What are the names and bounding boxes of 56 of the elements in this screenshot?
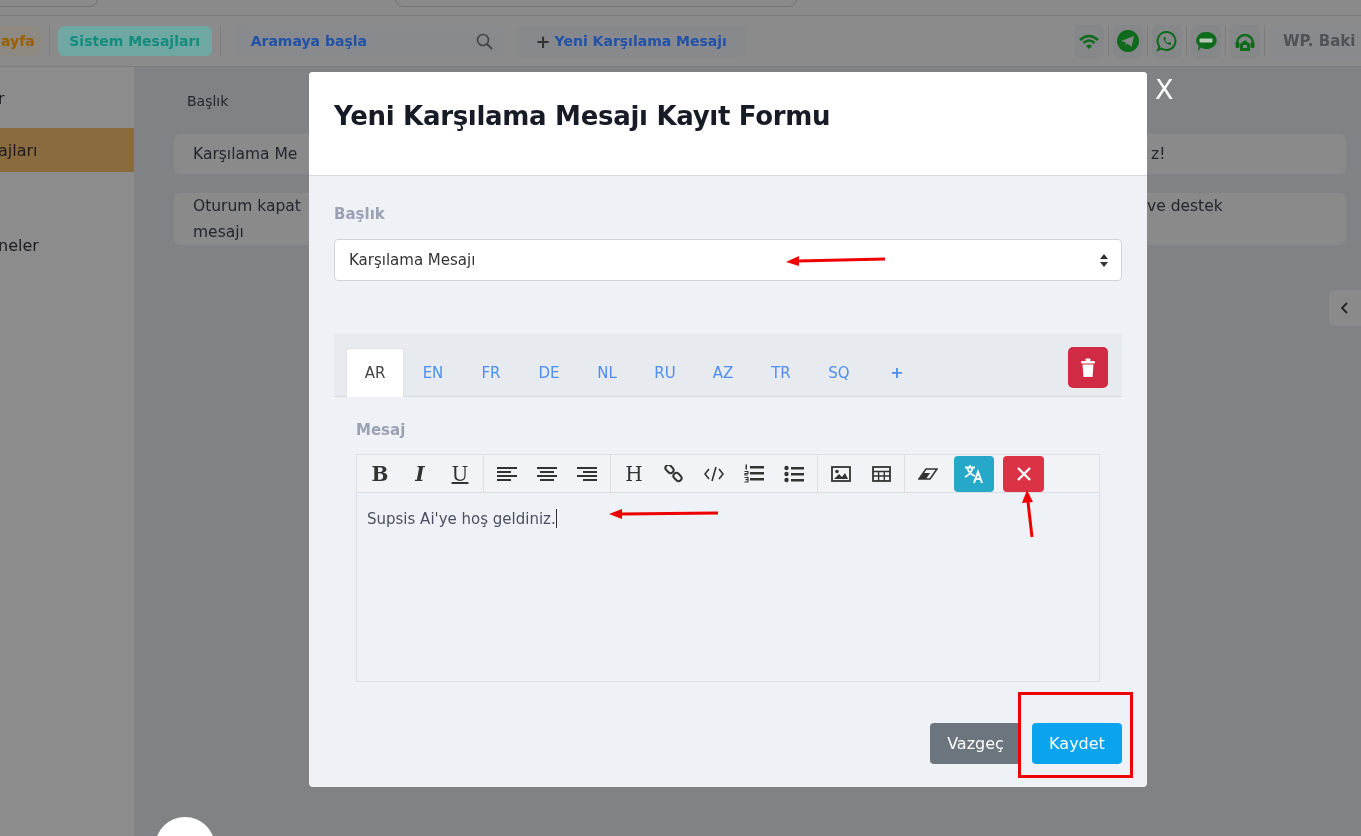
collapse-button[interactable] xyxy=(1329,290,1361,326)
translate-button[interactable] xyxy=(954,455,994,492)
numbered-list-icon xyxy=(744,464,764,483)
delete-button[interactable] xyxy=(1068,347,1108,388)
heading-button[interactable]: H xyxy=(614,455,654,492)
field-label: Başlık xyxy=(334,205,386,225)
language-tab[interactable]: FR xyxy=(462,348,520,397)
language-tab[interactable]: NL xyxy=(578,348,636,397)
modal-title: Yeni Karşılama Mesajı Kayıt Formu xyxy=(334,101,831,131)
sidebar-item[interactable]: r xyxy=(0,76,134,120)
sidebar-item[interactable]: neler xyxy=(0,223,134,267)
align-left-icon xyxy=(497,466,517,481)
new-message-button[interactable]: + Yeni Karşılama Mesajı xyxy=(515,25,747,57)
bullet-list-icon xyxy=(784,464,804,483)
table-cell-text: Karşılama Me xyxy=(193,144,299,165)
section-tab[interactable]: Sistem Mesajları xyxy=(57,26,212,56)
chevron-left-icon xyxy=(1341,302,1349,314)
table-icon xyxy=(871,465,891,482)
image-icon xyxy=(831,465,851,482)
eraser-icon xyxy=(918,466,938,481)
add-language-tab[interactable]: + xyxy=(868,348,926,397)
bold-button[interactable]: B xyxy=(360,455,400,492)
language-tab[interactable]: EN xyxy=(404,348,462,397)
close-button[interactable]: X xyxy=(1155,76,1174,104)
channel-button[interactable] xyxy=(1191,24,1221,58)
annotation-arrow xyxy=(1022,490,1035,538)
trash-icon xyxy=(1080,358,1096,377)
table-cell-text: ve destek xyxy=(1147,196,1224,217)
clear-button[interactable] xyxy=(1003,455,1044,492)
save-button[interactable]: Kaydet xyxy=(1032,723,1122,764)
link-icon xyxy=(664,464,684,483)
translate-icon xyxy=(964,463,984,484)
language-tab[interactable]: AZ xyxy=(694,348,752,397)
align-right-icon xyxy=(577,466,597,481)
language-tab[interactable]: TR xyxy=(752,348,810,397)
message-editor[interactable]: Supsis Ai'ye hoş geldiniz. xyxy=(356,493,1100,682)
title-select[interactable]: Karşılama Mesajı xyxy=(334,239,1122,281)
align-center-icon xyxy=(537,466,557,481)
language-tab[interactable]: SQ xyxy=(810,348,868,397)
close-icon xyxy=(1015,465,1032,482)
chat-phone-icon xyxy=(1156,30,1178,52)
underline-button[interactable]: U xyxy=(440,455,480,492)
field-label: Mesaj xyxy=(356,421,407,441)
language-tab[interactable]: AR xyxy=(346,348,404,397)
search-icon xyxy=(475,32,493,50)
cancel-button[interactable]: Vazgeç xyxy=(930,723,1021,764)
table-cell-text: z! xyxy=(1151,144,1167,165)
page-tab[interactable]: ayfa xyxy=(0,26,41,56)
paper-plane-icon xyxy=(1117,30,1139,52)
wifi-icon xyxy=(1078,32,1100,50)
italic-button[interactable]: I xyxy=(400,455,440,492)
code-icon xyxy=(704,465,724,482)
updown-icon xyxy=(1099,252,1109,268)
language-tab[interactable]: RU xyxy=(636,348,694,397)
language-tab[interactable]: DE xyxy=(520,348,578,397)
table-cell-text: Oturum kapat mesajı xyxy=(193,196,302,243)
